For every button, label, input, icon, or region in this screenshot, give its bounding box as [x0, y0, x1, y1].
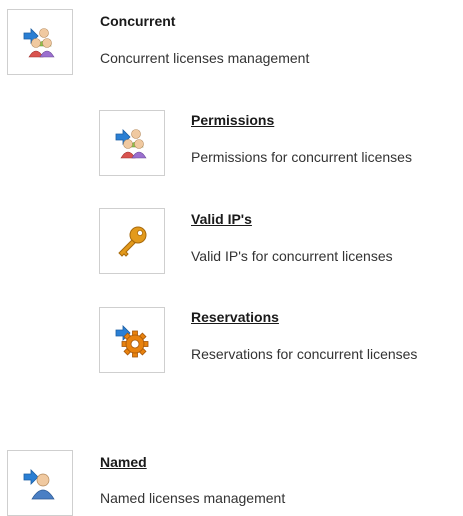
users-group-arrow-icon	[114, 125, 150, 161]
valid-ips-description: Valid IP's for concurrent licenses	[191, 248, 393, 264]
gear-arrow-icon	[114, 322, 150, 358]
valid-ips-link[interactable]: Valid IP's	[191, 211, 252, 227]
named-description: Named licenses management	[100, 490, 286, 506]
reservations-description: Reservations for concurrent licenses	[191, 346, 418, 362]
users-group-arrow-icon	[22, 24, 58, 60]
permissions-description: Permissions for concurrent licenses	[191, 149, 412, 165]
key-icon	[114, 223, 150, 259]
reservations-tile[interactable]	[99, 307, 165, 373]
concurrent-title: Concurrent	[100, 13, 176, 29]
named-link[interactable]: Named	[100, 454, 147, 470]
named-tile[interactable]	[7, 450, 73, 516]
concurrent-description: Concurrent licenses management	[100, 50, 310, 66]
concurrent-tile[interactable]	[7, 9, 73, 75]
reservations-link[interactable]: Reservations	[191, 309, 279, 325]
user-arrow-icon	[22, 465, 58, 501]
permissions-link[interactable]: Permissions	[191, 112, 274, 128]
permissions-tile[interactable]	[99, 110, 165, 176]
valid-ips-tile[interactable]	[99, 208, 165, 274]
